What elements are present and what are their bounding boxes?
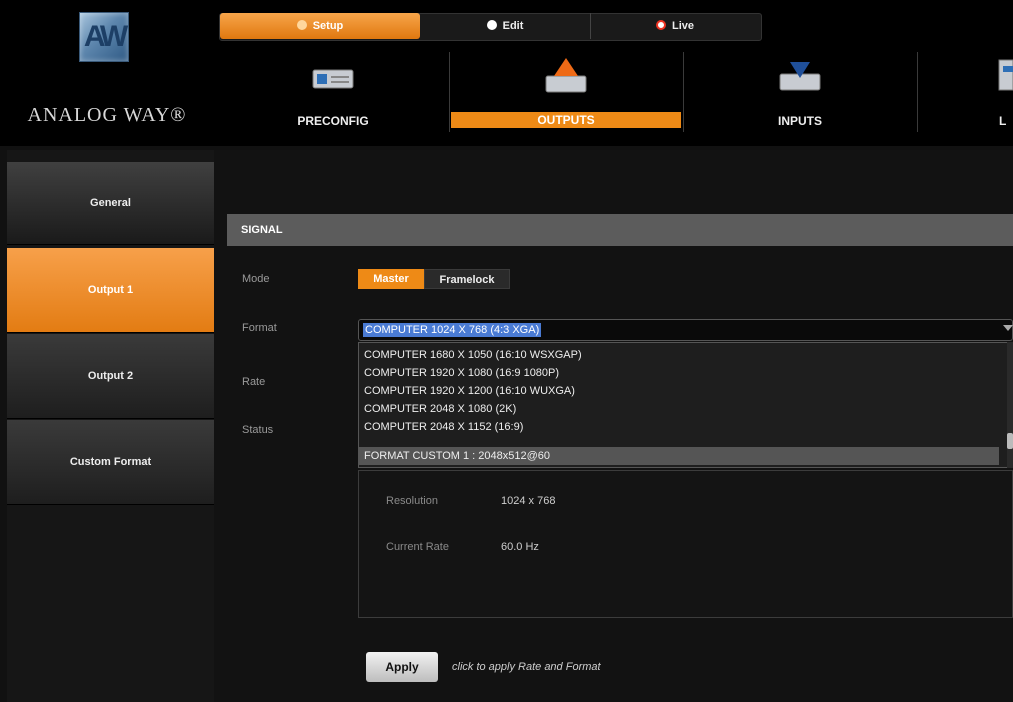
tab-live-label: Live — [671, 20, 694, 32]
format-select[interactable]: COMPUTER 1024 X 768 (4:3 XGA) — [358, 319, 1013, 341]
analog-way-logo: AW — [79, 12, 129, 62]
current-rate-label: Current Rate — [386, 541, 449, 553]
tab-setup-label: Setup — [312, 20, 344, 32]
tab-edit-label: Edit — [502, 20, 524, 32]
outputs-icon — [545, 58, 587, 93]
tab-setup[interactable]: Setup — [220, 13, 420, 39]
sidebar-item-general[interactable]: General — [7, 162, 214, 245]
dropdown-scroll-thumb[interactable] — [1007, 433, 1013, 449]
nav-outputs-label: OUTPUTS — [451, 112, 681, 128]
status-label: Status — [242, 424, 274, 436]
gear-icon — [296, 20, 307, 31]
list-item-highlighted[interactable]: FORMAT CUSTOM 1 : 2048x512@60 — [359, 447, 999, 465]
layers-icon — [998, 59, 1013, 91]
format-dropdown-list: COMPUTER 1680 X 1050 (16:10 WSXGAP) COMP… — [358, 342, 1008, 468]
list-item[interactable]: COMPUTER 2048 X 1080 (2K) — [359, 400, 999, 418]
sidebar-item-output-2[interactable]: Output 2 — [7, 334, 214, 419]
nav-layers[interactable]: L — [919, 52, 1013, 132]
resolution-value: 1024 x 768 — [501, 495, 556, 507]
nav-preconfig-label: PRECONFIG — [297, 114, 369, 128]
status-panel — [358, 470, 1013, 618]
play-icon — [486, 20, 497, 31]
apply-hint: click to apply Rate and Format — [452, 661, 601, 673]
record-icon — [655, 20, 666, 31]
nav-layers-label: L — [999, 114, 1007, 128]
rate-label: Rate — [242, 376, 266, 388]
sidebar-item-output-1[interactable]: Output 1 — [7, 248, 214, 333]
current-rate-value: 60.0 Hz — [501, 541, 539, 553]
device-icon — [312, 69, 354, 89]
tab-edit[interactable]: Edit — [420, 13, 591, 39]
mode-master-button[interactable]: Master — [358, 269, 424, 289]
tab-live[interactable]: Live — [590, 13, 760, 39]
nav-inputs[interactable]: INPUTS — [685, 52, 915, 132]
list-item[interactable]: COMPUTER 1920 X 1080 (16:9 1080P) — [359, 364, 999, 382]
list-item[interactable]: COMPUTER 1680 X 1050 (16:10 WSXGAP) — [359, 346, 999, 364]
mode-framelock-button[interactable]: Framelock — [424, 269, 510, 289]
brand-name: ANALOG WAY® — [27, 104, 187, 126]
sidebar-item-custom-format[interactable]: Custom Format — [7, 420, 214, 505]
format-selected-value: COMPUTER 1024 X 768 (4:3 XGA) — [363, 323, 542, 337]
mode-label: Mode — [242, 273, 270, 285]
inputs-icon — [779, 62, 821, 91]
list-item[interactable]: COMPUTER 1920 X 1200 (16:10 WUXGA) — [359, 382, 999, 400]
chevron-down-icon[interactable] — [1003, 325, 1013, 331]
list-item[interactable]: COMPUTER 2048 X 1152 (16:9) — [359, 418, 999, 436]
resolution-label: Resolution — [386, 495, 438, 507]
nav-outputs[interactable]: OUTPUTS — [451, 52, 681, 132]
section-header-signal: SIGNAL — [227, 214, 1013, 246]
dropdown-scrollbar[interactable] — [1007, 342, 1013, 468]
apply-button[interactable]: Apply — [366, 652, 438, 682]
nav-divider — [683, 52, 684, 132]
nav-inputs-label: INPUTS — [777, 114, 822, 128]
nav-preconfig[interactable]: PRECONFIG — [219, 52, 447, 132]
format-label: Format — [242, 322, 277, 334]
nav-divider — [449, 52, 450, 132]
nav-divider — [917, 52, 918, 132]
